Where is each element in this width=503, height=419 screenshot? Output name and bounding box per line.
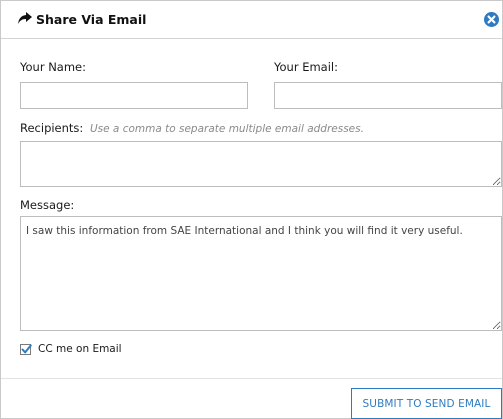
submit-button[interactable]: SUBMIT TO SEND EMAIL [351, 388, 502, 419]
share-email-dialog: Share Via Email Your Name: Your Email: R… [0, 0, 503, 419]
your-email-label: Your Email: [274, 60, 338, 74]
recipients-label: Recipients: [20, 121, 84, 135]
cc-label: CC me on Email [38, 343, 122, 355]
message-input[interactable]: I saw this information from SAE Internat… [20, 216, 502, 331]
your-name-input[interactable] [20, 82, 248, 109]
dialog-title: Share Via Email [36, 12, 147, 27]
your-name-label: Your Name: [20, 60, 87, 74]
recipients-label-row: Recipients: Use a comma to separate mult… [20, 121, 364, 135]
cc-checkbox[interactable] [20, 344, 32, 355]
checkmark-icon [21, 344, 32, 354]
share-arrow-icon [18, 12, 32, 24]
recipients-hint: Use a comma to separate multiple email a… [89, 123, 364, 135]
dialog-header: Share Via Email [1, 1, 502, 39]
footer-divider [1, 378, 502, 379]
recipients-input[interactable] [20, 141, 502, 187]
close-icon[interactable] [484, 12, 499, 27]
message-label: Message: [20, 198, 75, 212]
your-email-input[interactable] [274, 82, 502, 109]
